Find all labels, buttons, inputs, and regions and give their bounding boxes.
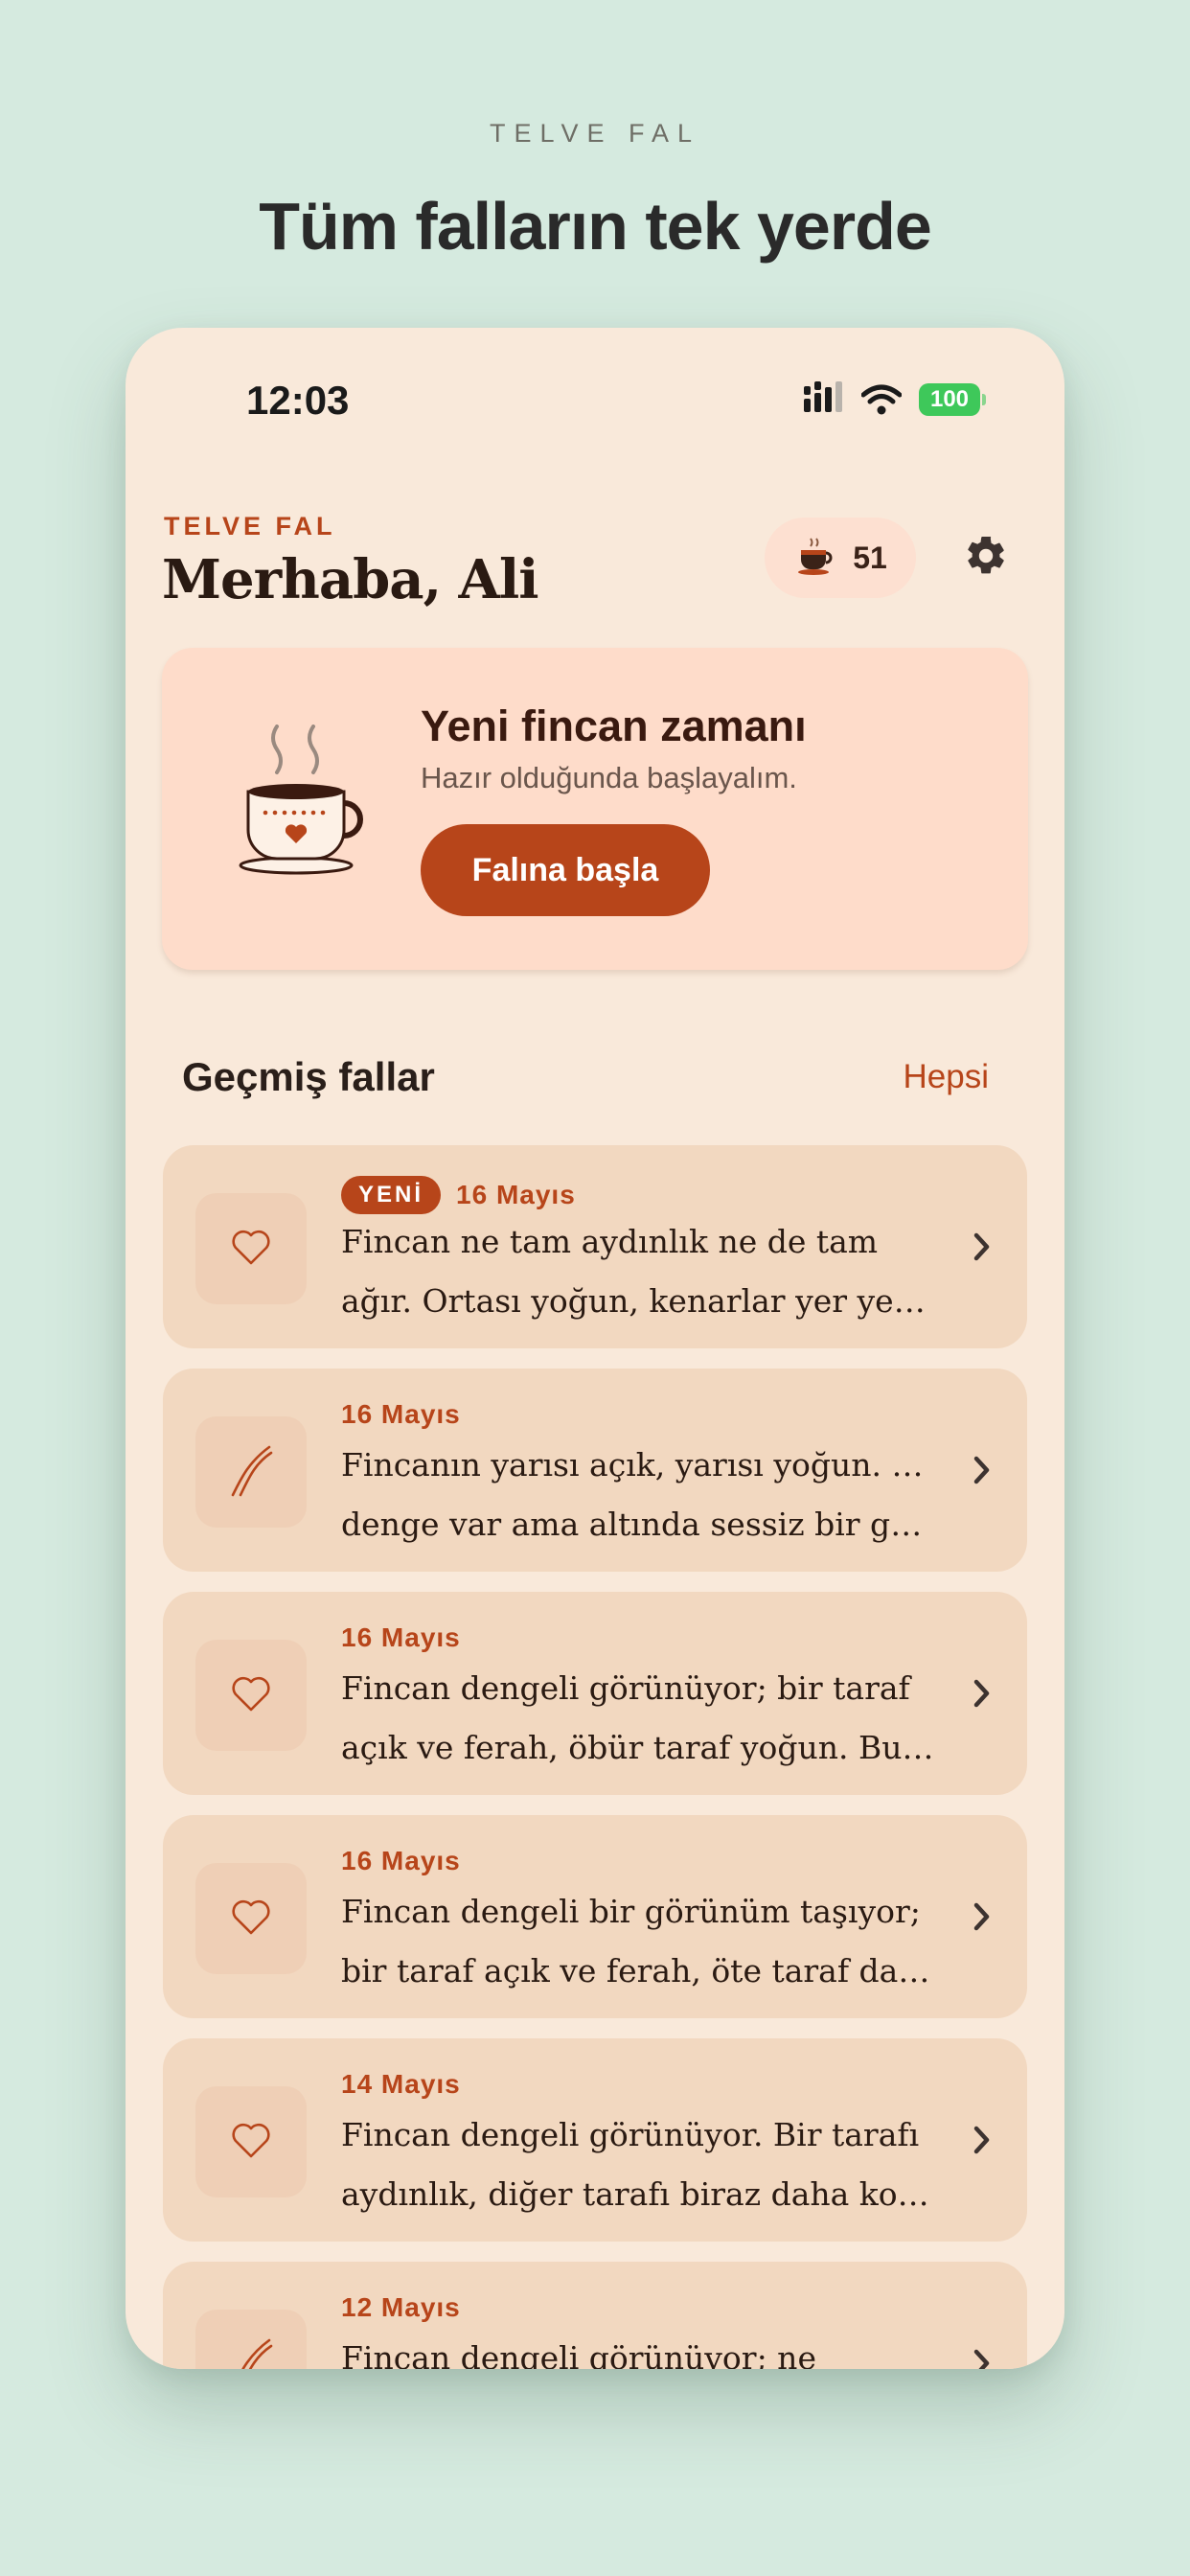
history-card-preview: Fincanın yarısı açık, yarısı yoğun. Bir d… — [341, 1436, 935, 1554]
chevron-right-icon — [972, 1899, 993, 1939]
chevron-right-icon — [972, 1453, 993, 1492]
hero-title: Yeni fincan zamanı — [421, 702, 807, 750]
history-card-preview: Fincan dengeli görünüyor. Bir tarafı aydı… — [341, 2105, 935, 2224]
new-badge: YENİ — [341, 1176, 442, 1214]
heart-icon — [230, 2120, 272, 2165]
path-icon — [227, 2334, 275, 2369]
history-card[interactable]: YENİ 16 Mayıs Fincan ne tam aydınlık ne de… — [163, 1145, 1027, 1348]
new-reading-card: Yeni fincan zamanı Hazır olduğunda başla… — [162, 648, 1028, 970]
chevron-right-icon — [972, 2123, 993, 2162]
history-card-preview-line2: denge var ama altında sessiz bir ger... — [341, 1506, 935, 1543]
history-card-icon-box — [195, 1193, 307, 1304]
history-card-icon-box — [195, 2086, 307, 2197]
coffee-cup-illustration-icon — [239, 724, 363, 883]
chevron-right-icon — [972, 2346, 993, 2369]
path-icon — [227, 1441, 275, 1504]
history-card-date: 16 Mayıs — [341, 1399, 461, 1429]
hero-subtitle: Hazır olduğunda başlayalım. — [421, 761, 797, 794]
heart-icon — [230, 1227, 272, 1272]
history-card-preview-line2: aydınlık, diğer tarafı biraz daha koy... — [341, 2175, 935, 2213]
gear-icon — [963, 533, 1009, 584]
history-card-preview-line1: Fincan ne tam aydınlık ne de tam — [341, 1223, 879, 1260]
history-card-icon-box — [195, 1863, 307, 1974]
history-card-icon-box — [195, 1640, 307, 1751]
history-card-preview-line1: Fincan dengeli görünüyor; ne — [341, 2339, 816, 2369]
greeting-title: Merhaba, Ali — [162, 548, 539, 611]
history-card-icon-box — [195, 2310, 307, 2369]
heart-icon — [230, 1673, 272, 1718]
history-card[interactable]: 16 Mayıs Fincan dengeli görünüyor; bir ta… — [163, 1592, 1027, 1795]
chevron-right-icon — [972, 1230, 993, 1269]
app-label: TELVE FAL — [164, 512, 336, 540]
history-card-preview: Fincan dengeli bir görünüm taşıyor; bir t… — [341, 1882, 935, 2001]
history-card-preview-line2: bir taraf açık ve ferah, öte taraf dah..… — [341, 1952, 935, 1990]
history-card-date: 16 Mayıs — [456, 1180, 576, 1209]
see-all-link[interactable]: Hepsi — [904, 1058, 989, 1096]
history-card-preview: Fincan ne tam aydınlık ne de tam ağır. Or… — [341, 1212, 935, 1331]
history-card-preview: Fincan dengeli görünüyor; bir taraf açık … — [341, 1659, 935, 1778]
history-card-icon-box — [195, 1416, 307, 1528]
history-card-date: 16 Mayıs — [341, 1846, 461, 1875]
status-icons: 100 — [804, 381, 986, 417]
history-card[interactable]: 16 Mayıs Fincan dengeli bir görünüm taşıy… — [163, 1815, 1027, 2018]
history-card-meta: 16 Mayıs — [341, 1622, 461, 1653]
history-card-meta: YENİ 16 Mayıs — [341, 1176, 576, 1214]
settings-button[interactable] — [957, 529, 1015, 586]
status-time: 12:03 — [246, 378, 350, 423]
history-card-meta: 12 Mayıs — [341, 2292, 461, 2323]
coin-count: 51 — [853, 540, 887, 575]
history-card[interactable]: 14 Mayıs Fincan dengeli görünüyor. Bir ta… — [163, 2038, 1027, 2242]
history-card-preview-line1: Fincan dengeli bir görünüm taşıyor; — [341, 1893, 921, 1930]
history-card-date: 14 Mayıs — [341, 2069, 461, 2099]
start-reading-button[interactable]: Falına başla — [421, 824, 710, 916]
history-card-date: 16 Mayıs — [341, 1622, 461, 1652]
history-card-preview-line1: Fincanın yarısı açık, yarısı yoğun. Bir — [341, 1446, 935, 1484]
battery-indicator: 100 — [919, 382, 986, 416]
history-card[interactable]: 12 Mayıs Fincan dengeli görünüyor; ne — [163, 2262, 1027, 2369]
history-card-preview-line1: Fincan dengeli görünüyor. Bir tarafı — [341, 2116, 920, 2153]
history-card-preview-line2: ağır. Ortası yoğun, kenarlar yer yer ... — [341, 1282, 935, 1320]
chevron-right-icon — [972, 1676, 993, 1715]
history-card-date: 12 Mayıs — [341, 2292, 461, 2322]
history-card-meta: 14 Mayıs — [341, 2069, 461, 2100]
cellular-signal-icon — [804, 381, 844, 417]
history-card-meta: 16 Mayıs — [341, 1846, 461, 1876]
wifi-icon — [861, 384, 902, 415]
history-card-preview-line1: Fincan dengeli görünüyor; bir taraf — [341, 1669, 910, 1707]
history-section-title: Geçmiş fallar — [182, 1054, 435, 1099]
history-card-meta: 16 Mayıs — [341, 1399, 461, 1430]
history-card-preview-line2: açık ve ferah, öbür taraf yoğun. Bu, ... — [341, 1729, 935, 1766]
heart-icon — [230, 1897, 272, 1942]
page-headline: Tüm falların tek yerde — [259, 189, 932, 264]
phone-screen: 12:03 100 TELVE FAL Merhaba, Ali 51 Yeni… — [126, 328, 1064, 2369]
history-card-preview: Fincan dengeli görünüyor; ne — [341, 2329, 935, 2369]
coffee-cup-icon — [793, 535, 835, 582]
coin-balance-pill[interactable]: 51 — [765, 518, 916, 598]
brand-caption: TELVE FAL — [489, 119, 701, 148]
history-card[interactable]: 16 Mayıs Fincanın yarısı açık, yarısı yoğ… — [163, 1368, 1027, 1572]
